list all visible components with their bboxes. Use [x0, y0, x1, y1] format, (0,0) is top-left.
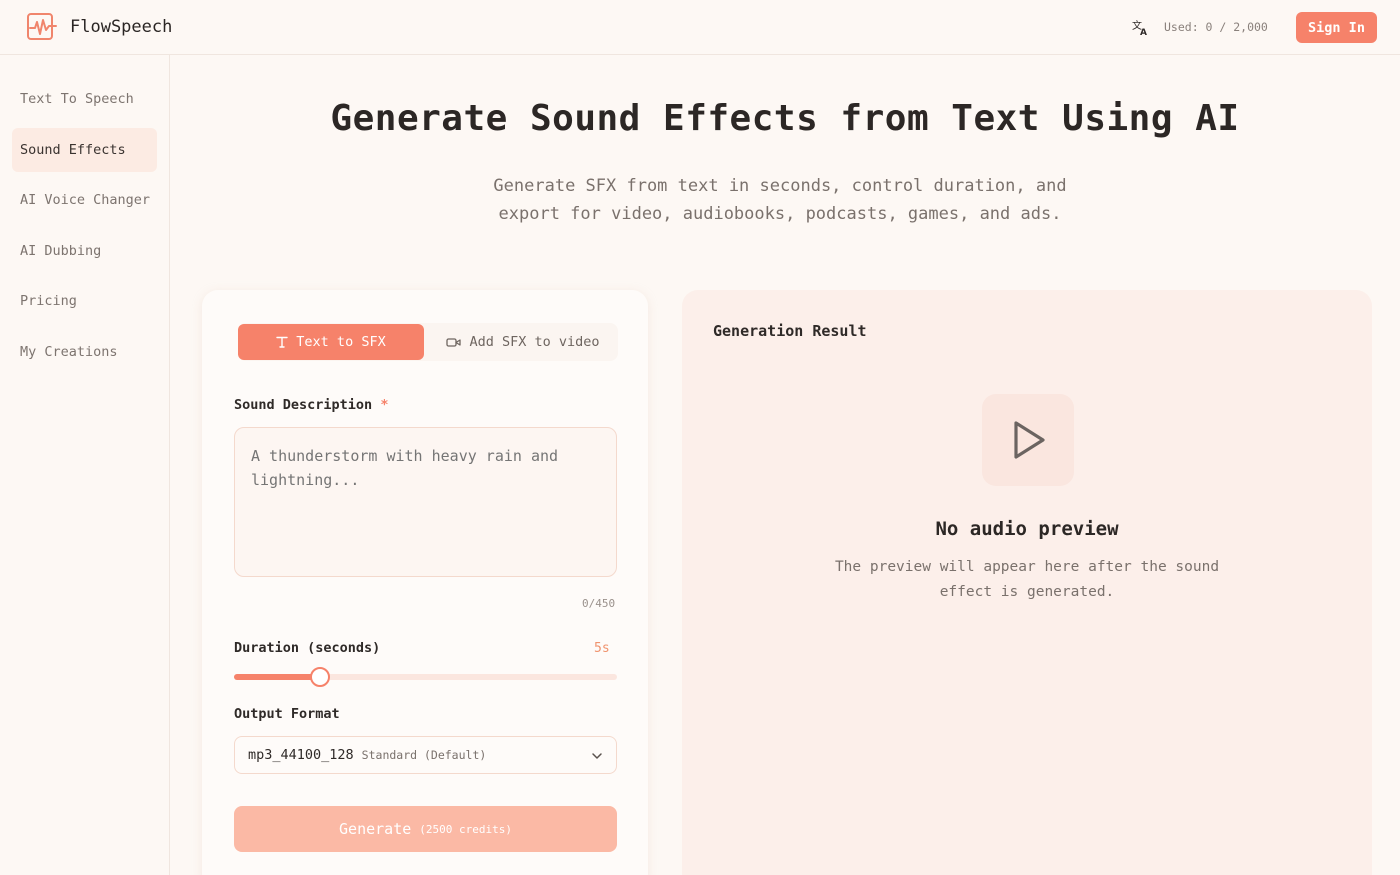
duration-slider-handle[interactable]: [310, 667, 330, 687]
sound-description-input[interactable]: [234, 427, 617, 577]
svg-text:A: A: [1140, 28, 1147, 36]
result-title: Generation Result: [713, 322, 867, 340]
empty-desc-line-2: effect is generated.: [939, 584, 1115, 600]
tab-add-sfx-to-video[interactable]: Add SFX to video: [428, 324, 618, 360]
text-icon: [276, 336, 288, 348]
sidebar-item-pricing[interactable]: Pricing: [12, 279, 157, 323]
generate-label: Generate: [339, 820, 412, 838]
subtitle-line-2: export for video, audiobooks, podcasts, …: [498, 204, 1062, 224]
page-subtitle: Generate SFX from text in seconds, contr…: [440, 172, 1120, 228]
tab-label: Add SFX to video: [469, 334, 600, 350]
mode-tabs: Text to SFX Add SFX to video: [238, 323, 618, 361]
sign-in-button[interactable]: Sign In: [1296, 12, 1377, 43]
output-format-select[interactable]: mp3_44100_128 Standard (Default): [234, 736, 617, 774]
empty-state-description: The preview will appear here after the s…: [802, 555, 1252, 605]
video-icon: [446, 337, 462, 347]
play-icon: [1014, 421, 1045, 459]
sidebar-item-text-to-speech[interactable]: Text To Speech: [12, 77, 157, 121]
empty-state-title: No audio preview: [935, 518, 1119, 540]
usage-counter: Used: 0 / 2,000: [1164, 20, 1268, 34]
format-description: Standard (Default): [361, 748, 487, 762]
generate-button[interactable]: Generate (2500 credits): [234, 806, 617, 852]
logo-icon[interactable]: [26, 12, 58, 42]
play-placeholder: [982, 394, 1074, 486]
sfx-form-card: Text to SFX Add SFX to video Sound Descr…: [202, 290, 648, 875]
sound-description-label-text: Sound Description: [234, 397, 373, 413]
page-title: Generate Sound Effects from Text Using A…: [330, 98, 1240, 139]
top-header: FlowSpeech 文 A Used: 0 / 2,000 Sign In: [0, 0, 1400, 55]
tab-label: Text to SFX: [296, 334, 386, 350]
duration-label: Duration (seconds): [234, 640, 381, 656]
chevron-down-icon: [592, 753, 602, 759]
sidebar: Text To Speech Sound Effects AI Voice Ch…: [0, 55, 170, 875]
translate-icon[interactable]: 文 A: [1131, 18, 1149, 38]
char-count: 0/450: [582, 597, 616, 610]
duration-slider[interactable]: [234, 667, 617, 687]
duration-value: 5s: [594, 641, 610, 656]
sidebar-item-ai-dubbing[interactable]: AI Dubbing: [12, 229, 157, 273]
generate-credits: (2500 credits): [419, 822, 512, 836]
sound-description-label: Sound Description *: [234, 397, 388, 413]
required-mark: *: [380, 397, 389, 413]
output-format-label: Output Format: [234, 706, 340, 722]
generation-result-panel: Generation Result No audio preview The p…: [682, 290, 1372, 875]
tab-text-to-sfx[interactable]: Text to SFX: [238, 324, 424, 360]
sidebar-item-sound-effects[interactable]: Sound Effects: [12, 128, 157, 172]
empty-desc-line-1: The preview will appear here after the s…: [834, 559, 1220, 575]
subtitle-line-1: Generate SFX from text in seconds, contr…: [493, 176, 1067, 196]
sidebar-item-ai-voice-changer[interactable]: AI Voice Changer: [12, 178, 157, 222]
app-name[interactable]: FlowSpeech: [70, 17, 172, 37]
duration-slider-fill: [234, 674, 320, 680]
sidebar-item-my-creations[interactable]: My Creations: [12, 330, 157, 374]
format-value: mp3_44100_128: [248, 747, 354, 763]
